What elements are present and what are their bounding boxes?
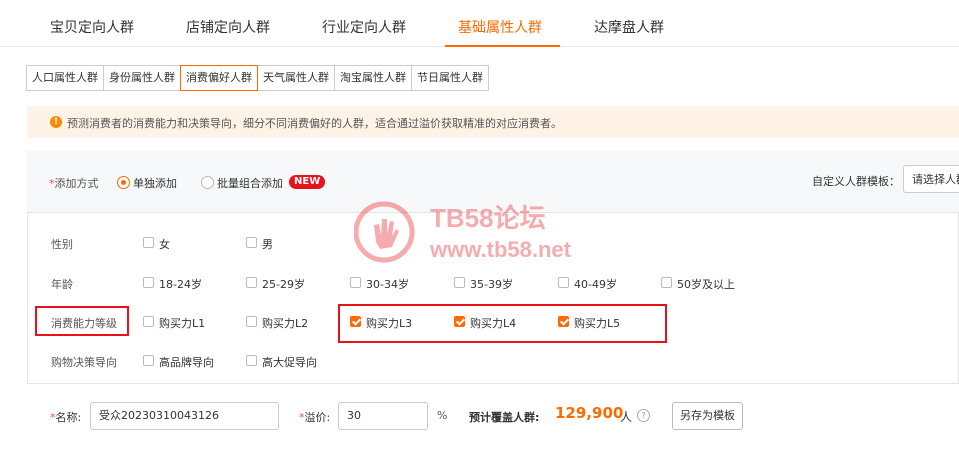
high-promo-label[interactable]: 高大促导向: [262, 354, 317, 370]
checkbox-age-30-34[interactable]: [350, 277, 361, 288]
checkbox-purchase-l5[interactable]: [558, 316, 569, 327]
checkbox-age-35-39[interactable]: [454, 277, 465, 288]
crowd-targeting-panel: 宝贝定向人群 店铺定向人群 行业定向人群 基础属性人群 达摩盘人群 人口属性人群…: [0, 0, 959, 460]
checkbox-purchase-l4[interactable]: [454, 316, 465, 327]
name-input[interactable]: 受众20230310043126: [90, 402, 279, 430]
subtab-identity[interactable]: 身份属性人群: [103, 65, 181, 91]
checkbox-age-40-49[interactable]: [558, 277, 569, 288]
coverage-unit: 人: [620, 410, 633, 424]
age-30-34-label[interactable]: 30-34岁: [366, 276, 409, 292]
new-badge: NEW: [289, 175, 326, 189]
purchase-l4-label[interactable]: 购买力L4: [470, 315, 516, 331]
checkbox-purchase-l2[interactable]: [246, 316, 257, 327]
checkbox-female[interactable]: [143, 237, 154, 248]
checkbox-age-50-plus[interactable]: [661, 277, 672, 288]
male-label[interactable]: 男: [262, 236, 273, 252]
age-35-39-label[interactable]: 35-39岁: [470, 276, 513, 292]
checkbox-high-promo[interactable]: [246, 355, 257, 366]
tab-basic-attributes[interactable]: 基础属性人群: [458, 17, 542, 37]
sub-tabs: 人口属性人群 身份属性人群 消费偏好人群 天气属性人群 淘宝属性人群 节日属性人…: [26, 65, 489, 91]
purchase-l2-label[interactable]: 购买力L2: [262, 315, 308, 331]
gender-label: 性别: [51, 238, 73, 251]
notice-text: 预测消费者的消费能力和决策导向，细分不同消费偏好的人群，适合通过溢价获取精准的对…: [67, 117, 562, 130]
subtab-holiday[interactable]: 节日属性人群: [411, 65, 489, 91]
subtab-taobao[interactable]: 淘宝属性人群: [334, 65, 412, 91]
coverage-label: 预计覆盖人群:: [469, 411, 540, 424]
consumption-level-label: 消费能力等级: [51, 317, 117, 330]
coverage-value: 129,900: [555, 404, 624, 422]
high-brand-label[interactable]: 高品牌导向: [159, 354, 214, 370]
batch-add-label[interactable]: 批量组合添加: [217, 175, 283, 191]
info-icon: !: [50, 116, 62, 128]
checkbox-high-brand[interactable]: [143, 355, 154, 366]
age-40-49-label[interactable]: 40-49岁: [574, 276, 617, 292]
tab-item-targeting[interactable]: 宝贝定向人群: [50, 17, 134, 37]
checkbox-age-25-29[interactable]: [246, 277, 257, 288]
checkbox-purchase-l3[interactable]: [350, 316, 361, 327]
subtab-weather[interactable]: 天气属性人群: [257, 65, 335, 91]
subtab-demographic[interactable]: 人口属性人群: [26, 65, 104, 91]
female-label[interactable]: 女: [159, 236, 170, 252]
checkbox-male[interactable]: [246, 237, 257, 248]
purchase-l5-label[interactable]: 购买力L5: [574, 315, 620, 331]
help-icon[interactable]: ?: [637, 409, 650, 422]
age-50-plus-label[interactable]: 50岁及以上: [677, 276, 735, 292]
purchase-l3-label[interactable]: 购买力L3: [366, 315, 412, 331]
name-label: *名称:: [50, 409, 81, 425]
checkbox-age-18-24[interactable]: [143, 277, 154, 288]
info-notice: ! 预测消费者的消费能力和决策导向，细分不同消费偏好的人群，适合通过溢价获取精准…: [27, 106, 959, 138]
add-method-bar: *添加方式 单独添加 批量组合添加 NEW 自定义人群模板：: [27, 151, 959, 212]
template-select[interactable]: 请选择人群: [903, 165, 959, 193]
save-as-template-button[interactable]: 另存为模板: [672, 402, 743, 430]
premium-input[interactable]: 30: [338, 402, 428, 430]
premium-label: *溢价:: [299, 409, 330, 425]
tab-damopan[interactable]: 达摩盘人群: [594, 17, 664, 37]
radio-batch-add[interactable]: [201, 176, 214, 189]
purchase-l1-label[interactable]: 购买力L1: [159, 315, 205, 331]
age-label: 年龄: [51, 278, 73, 291]
name-label-text: 名称:: [55, 411, 82, 424]
single-add-label[interactable]: 单独添加: [133, 175, 177, 191]
radio-single-add[interactable]: [117, 176, 130, 189]
checkbox-purchase-l1[interactable]: [143, 316, 154, 327]
subtab-consumption-preference[interactable]: 消费偏好人群: [180, 65, 258, 91]
age-18-24-label[interactable]: 18-24岁: [159, 276, 202, 292]
active-tab-indicator: [445, 45, 560, 47]
tab-store-targeting[interactable]: 店铺定向人群: [186, 17, 270, 37]
add-method-label-text: 添加方式: [54, 177, 99, 190]
age-25-29-label[interactable]: 25-29岁: [262, 276, 305, 292]
shopping-decision-label: 购物决策导向: [51, 356, 117, 369]
template-label: 自定义人群模板：: [812, 175, 900, 188]
premium-label-text: 溢价:: [304, 411, 331, 424]
percent-sign: %: [437, 409, 448, 422]
tab-industry-targeting[interactable]: 行业定向人群: [322, 17, 406, 37]
add-method-label: *添加方式: [49, 175, 99, 191]
